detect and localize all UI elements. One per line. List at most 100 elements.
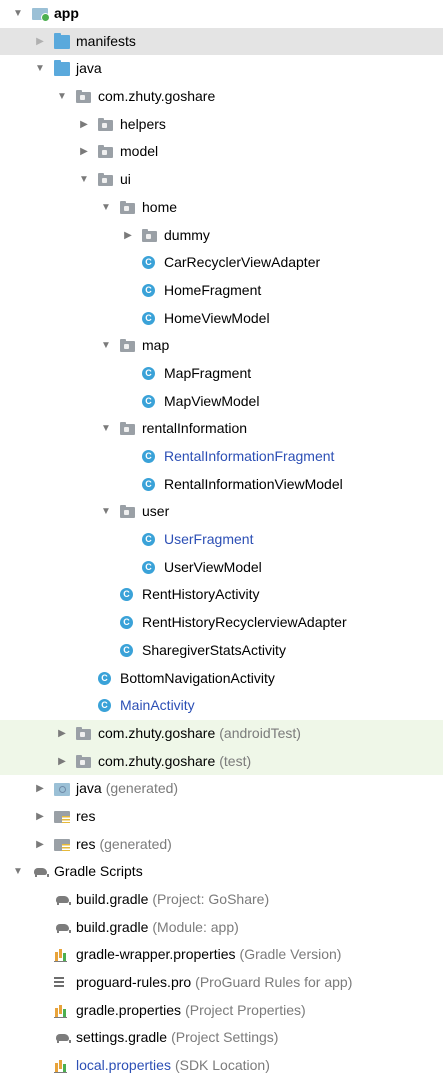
- expand-arrow-down-icon[interactable]: ▼: [34, 55, 46, 83]
- node-name: gradle.properties: [76, 1001, 182, 1018]
- node-name: com.zhuty.goshare: [98, 752, 216, 769]
- gradle-icon: [32, 866, 50, 878]
- tree-node-pkg-test[interactable]: ▶ com.zhuty.goshare (test): [0, 747, 443, 776]
- tree-node-BottomNavigationActivity[interactable]: BottomNavigationActivity: [0, 665, 443, 693]
- expand-arrow-right-icon[interactable]: ▶: [34, 831, 46, 859]
- node-name: dummy: [164, 226, 210, 243]
- tree-node-RentalInformationViewModel[interactable]: RentalInformationViewModel: [0, 471, 443, 499]
- tree-node-gradle-scripts[interactable]: ▼ Gradle Scripts: [0, 858, 443, 886]
- tree-node-MapFragment[interactable]: MapFragment: [0, 360, 443, 388]
- package-icon: [76, 90, 91, 104]
- expand-arrow-right-icon[interactable]: ▶: [78, 138, 90, 166]
- tree-node-label: rentalInformation: [142, 415, 247, 443]
- tree-node-label: java (generated): [76, 775, 178, 803]
- tree-node-label: gradle.properties (Project Properties): [76, 997, 306, 1025]
- class-icon: [142, 394, 155, 408]
- tree-node-label: res: [76, 803, 95, 831]
- tree-node-UserFragment[interactable]: UserFragment: [0, 526, 443, 554]
- package-icon: [76, 726, 91, 740]
- expand-arrow-down-icon[interactable]: ▼: [100, 194, 112, 222]
- node-name: java: [76, 60, 102, 77]
- tree-node-SharegiverStatsActivity[interactable]: SharegiverStatsActivity: [0, 637, 443, 665]
- tree-node-UserViewModel[interactable]: UserViewModel: [0, 554, 443, 582]
- tree-node-RentalInformationFragment[interactable]: RentalInformationFragment: [0, 443, 443, 471]
- tree-node-gradle-wrapper[interactable]: gradle-wrapper.properties (Gradle Version…: [0, 941, 443, 969]
- tree-node-label: local.properties (SDK Location): [76, 1052, 270, 1080]
- expand-arrow-right-icon[interactable]: ▶: [34, 28, 46, 56]
- tree-node-settings-gradle[interactable]: settings.gradle (Project Settings): [0, 1024, 443, 1052]
- expand-arrow-down-icon[interactable]: ▼: [100, 332, 112, 360]
- node-name: gradle-wrapper.properties: [76, 946, 236, 963]
- tree-node-label: RentHistoryActivity: [142, 581, 259, 609]
- tree-node-model[interactable]: ▶ model: [0, 138, 443, 166]
- tree-node-helpers[interactable]: ▶ helpers: [0, 111, 443, 139]
- class-icon: [142, 560, 155, 574]
- class-icon: [142, 450, 155, 463]
- node-name: com.zhuty.goshare: [98, 724, 216, 741]
- tree-node-build-module[interactable]: build.gradle (Module: app): [0, 914, 443, 942]
- tree-node-HomeFragment[interactable]: HomeFragment: [0, 277, 443, 305]
- class-icon: [98, 699, 111, 713]
- tree-node-map[interactable]: ▼ map: [0, 332, 443, 360]
- tree-node-RentHistoryRecyclerviewAdapter[interactable]: RentHistoryRecyclerviewAdapter: [0, 609, 443, 637]
- properties-icon: [54, 1004, 68, 1018]
- app-module-icon: [32, 8, 50, 22]
- tree-node-home[interactable]: ▼ home: [0, 194, 443, 222]
- package-icon: [98, 173, 113, 187]
- tree-node-java-generated[interactable]: ▶ java (generated): [0, 775, 443, 803]
- tree-node-proguard[interactable]: proguard-rules.pro (ProGuard Rules for ap…: [0, 969, 443, 997]
- expand-arrow-down-icon[interactable]: ▼: [100, 415, 112, 443]
- expand-arrow-down-icon[interactable]: ▼: [56, 83, 68, 111]
- tree-node-label: proguard-rules.pro (ProGuard Rules for ap…: [76, 969, 352, 997]
- expand-arrow-down-icon[interactable]: ▼: [78, 166, 90, 194]
- tree-node-build-project[interactable]: build.gradle (Project: GoShare): [0, 886, 443, 914]
- tree-node-pkg-androidTest[interactable]: ▶ com.zhuty.goshare (androidTest): [0, 719, 443, 748]
- node-name: CarRecyclerViewAdapter: [164, 254, 321, 271]
- tree-node-gradle-properties[interactable]: gradle.properties (Project Properties): [0, 997, 443, 1025]
- class-icon: [142, 256, 155, 270]
- node-name: res: [76, 835, 96, 852]
- expand-arrow-down-icon[interactable]: ▼: [12, 0, 24, 28]
- tree-node-MapViewModel[interactable]: MapViewModel: [0, 388, 443, 416]
- expand-arrow-down-icon[interactable]: ▼: [12, 858, 24, 886]
- generated-folder-icon: [54, 783, 70, 797]
- tree-node-pkg-main[interactable]: ▼ com.zhuty.goshare: [0, 83, 443, 111]
- tree-node-user[interactable]: ▼ user: [0, 498, 443, 526]
- tree-node-manifests[interactable]: ▶ manifests: [0, 27, 443, 56]
- tree-node-dummy[interactable]: ▶ dummy: [0, 222, 443, 250]
- node-name: MapViewModel: [164, 392, 260, 409]
- expand-arrow-right-icon[interactable]: ▶: [34, 775, 46, 803]
- node-suffix: (ProGuard Rules for app): [195, 974, 353, 991]
- tree-node-rentalInformation[interactable]: ▼ rentalInformation: [0, 415, 443, 443]
- tree-node-RentHistoryActivity[interactable]: RentHistoryActivity: [0, 581, 443, 609]
- tree-node-ui[interactable]: ▼ ui: [0, 166, 443, 194]
- package-icon: [120, 505, 135, 519]
- expand-arrow-down-icon[interactable]: ▼: [100, 498, 112, 526]
- tree-node-app[interactable]: ▼ app: [0, 0, 443, 28]
- node-name: com.zhuty.goshare: [98, 88, 216, 105]
- tree-node-label: home: [142, 194, 177, 222]
- package-icon: [76, 754, 91, 768]
- tree-node-CarRecyclerViewAdapter[interactable]: CarRecyclerViewAdapter: [0, 249, 443, 277]
- tree-node-label: ui: [120, 166, 131, 194]
- tree-node-java[interactable]: ▼ java: [0, 55, 443, 83]
- node-name: Gradle Scripts: [54, 863, 143, 880]
- tree-node-HomeViewModel[interactable]: HomeViewModel: [0, 305, 443, 333]
- tree-node-label: app: [54, 0, 79, 28]
- tree-node-MainActivity[interactable]: MainActivity: [0, 692, 443, 720]
- package-icon: [120, 200, 135, 214]
- expand-arrow-right-icon[interactable]: ▶: [78, 111, 90, 139]
- tree-node-local-properties[interactable]: local.properties (SDK Location): [0, 1052, 443, 1080]
- text-file-icon: [54, 976, 64, 989]
- node-name: helpers: [120, 115, 166, 132]
- expand-arrow-right-icon[interactable]: ▶: [34, 803, 46, 831]
- tree-node-res[interactable]: ▶ res: [0, 803, 443, 831]
- expand-arrow-right-icon[interactable]: ▶: [56, 720, 68, 748]
- tree-node-label: RentalInformationViewModel: [164, 471, 343, 499]
- tree-node-label: manifests: [76, 28, 136, 56]
- expand-arrow-right-icon[interactable]: ▶: [122, 222, 134, 250]
- node-name: SharegiverStatsActivity: [142, 641, 286, 658]
- expand-arrow-right-icon[interactable]: ▶: [56, 748, 68, 776]
- tree-node-res-generated[interactable]: ▶ res (generated): [0, 831, 443, 859]
- class-icon: [98, 671, 111, 685]
